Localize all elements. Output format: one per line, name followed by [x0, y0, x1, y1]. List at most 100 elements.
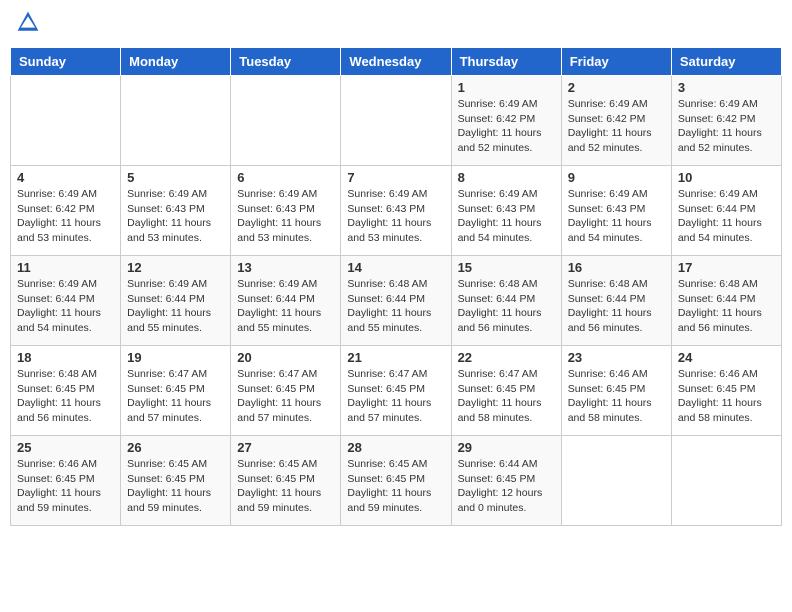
calendar-week-row: 4Sunrise: 6:49 AM Sunset: 6:42 PM Daylig…: [11, 166, 782, 256]
calendar-cell: 26 Sunrise: 6:45 AM Sunset: 6:45 PM Dayli…: [121, 436, 231, 526]
day-number: 2: [568, 80, 665, 95]
calendar-cell: 22Sunrise: 6:47 AM Sunset: 6:45 PM Dayli…: [451, 346, 561, 436]
weekday-header: Friday: [561, 48, 671, 76]
calendar-cell: 19 Sunrise: 6:47 AM Sunset: 6:45 PM Dayli…: [121, 346, 231, 436]
calendar-header: SundayMondayTuesdayWednesdayThursdayFrid…: [11, 48, 782, 76]
calendar-cell: [11, 76, 121, 166]
day-number: 28: [347, 440, 444, 455]
calendar-week-row: 11 Sunrise: 6:49 AM Sunset: 6:44 PM Dayli…: [11, 256, 782, 346]
day-info: Sunrise: 6:49 AM Sunset: 6:44 PM Dayligh…: [237, 277, 334, 336]
day-info: Sunrise: 6:49 AM Sunset: 6:44 PM Dayligh…: [127, 277, 224, 336]
day-info: Sunrise: 6:45 AM Sunset: 6:45 PM Dayligh…: [347, 457, 444, 516]
calendar-week-row: 18 Sunrise: 6:48 AM Sunset: 6:45 PM Dayli…: [11, 346, 782, 436]
day-info: Sunrise: 6:45 AM Sunset: 6:45 PM Dayligh…: [127, 457, 224, 516]
day-number: 19: [127, 350, 224, 365]
calendar-cell: 25 Sunrise: 6:46 AM Sunset: 6:45 PM Dayli…: [11, 436, 121, 526]
day-info: Sunrise: 6:46 AM Sunset: 6:45 PM Dayligh…: [568, 367, 665, 426]
calendar-cell: 5 Sunrise: 6:49 AM Sunset: 6:43 PM Daylig…: [121, 166, 231, 256]
calendar-cell: [341, 76, 451, 166]
calendar-cell: 10 Sunrise: 6:49 AM Sunset: 6:44 PM Dayli…: [671, 166, 781, 256]
weekday-header: Tuesday: [231, 48, 341, 76]
day-number: 12: [127, 260, 224, 275]
calendar-cell: 29 Sunrise: 6:44 AM Sunset: 6:45 PM Dayli…: [451, 436, 561, 526]
day-number: 13: [237, 260, 334, 275]
calendar-cell: 2 Sunrise: 6:49 AM Sunset: 6:42 PM Daylig…: [561, 76, 671, 166]
calendar-cell: 8 Sunrise: 6:49 AM Sunset: 6:43 PM Daylig…: [451, 166, 561, 256]
weekday-header: Sunday: [11, 48, 121, 76]
day-info: Sunrise: 6:48 AM Sunset: 6:44 PM Dayligh…: [458, 277, 555, 336]
day-info: Sunrise: 6:47 AM Sunset: 6:45 PM Dayligh…: [458, 367, 555, 426]
day-number: 23: [568, 350, 665, 365]
calendar-body: 1 Sunrise: 6:49 AM Sunset: 6:42 PM Daylig…: [11, 76, 782, 526]
calendar-cell: 9 Sunrise: 6:49 AM Sunset: 6:43 PM Daylig…: [561, 166, 671, 256]
day-info: Sunrise: 6:49 AM Sunset: 6:42 PM Dayligh…: [458, 97, 555, 156]
calendar-cell: 11Sunrise: 6:49 AM Sunset: 6:44 PM Dayli…: [11, 256, 121, 346]
calendar-cell: [561, 436, 671, 526]
calendar-week-row: 25 Sunrise: 6:46 AM Sunset: 6:45 PM Dayli…: [11, 436, 782, 526]
calendar-cell: 13 Sunrise: 6:49 AM Sunset: 6:44 PM Dayli…: [231, 256, 341, 346]
day-info: Sunrise: 6:44 AM Sunset: 6:45 PM Dayligh…: [458, 457, 555, 516]
day-number: 6: [237, 170, 334, 185]
day-info: Sunrise: 6:48 AM Sunset: 6:44 PM Dayligh…: [568, 277, 665, 336]
day-number: 10: [678, 170, 775, 185]
day-number: 16: [568, 260, 665, 275]
calendar-cell: 16 Sunrise: 6:48 AM Sunset: 6:44 PM Dayli…: [561, 256, 671, 346]
calendar-cell: 28 Sunrise: 6:45 AM Sunset: 6:45 PM Dayli…: [341, 436, 451, 526]
day-info: Sunrise: 6:49 AM Sunset: 6:43 PM Dayligh…: [347, 187, 444, 246]
day-info: Sunrise: 6:49 AM Sunset: 6:42 PM Dayligh…: [678, 97, 775, 156]
day-number: 5: [127, 170, 224, 185]
day-info: Sunrise: 6:47 AM Sunset: 6:45 PM Dayligh…: [237, 367, 334, 426]
day-number: 24: [678, 350, 775, 365]
day-number: 21: [347, 350, 444, 365]
day-number: 9: [568, 170, 665, 185]
day-info: Sunrise: 6:48 AM Sunset: 6:44 PM Dayligh…: [347, 277, 444, 336]
day-info: Sunrise: 6:45 AM Sunset: 6:45 PM Dayligh…: [237, 457, 334, 516]
calendar-cell: [121, 76, 231, 166]
day-info: Sunrise: 6:47 AM Sunset: 6:45 PM Dayligh…: [347, 367, 444, 426]
day-info: Sunrise: 6:49 AM Sunset: 6:43 PM Dayligh…: [237, 187, 334, 246]
day-info: Sunrise: 6:49 AM Sunset: 6:42 PM Dayligh…: [17, 187, 114, 246]
day-info: Sunrise: 6:46 AM Sunset: 6:45 PM Dayligh…: [17, 457, 114, 516]
calendar-cell: 3Sunrise: 6:49 AM Sunset: 6:42 PM Daylig…: [671, 76, 781, 166]
day-info: Sunrise: 6:48 AM Sunset: 6:45 PM Dayligh…: [17, 367, 114, 426]
weekday-header: Monday: [121, 48, 231, 76]
page-header: [10, 10, 782, 39]
day-info: Sunrise: 6:49 AM Sunset: 6:43 PM Dayligh…: [127, 187, 224, 246]
day-number: 14: [347, 260, 444, 275]
day-info: Sunrise: 6:49 AM Sunset: 6:44 PM Dayligh…: [678, 187, 775, 246]
day-number: 17: [678, 260, 775, 275]
logo: [14, 10, 42, 39]
logo-icon: [16, 10, 40, 34]
day-info: Sunrise: 6:49 AM Sunset: 6:43 PM Dayligh…: [458, 187, 555, 246]
calendar-cell: 20 Sunrise: 6:47 AM Sunset: 6:45 PM Dayli…: [231, 346, 341, 436]
day-number: 20: [237, 350, 334, 365]
day-number: 27: [237, 440, 334, 455]
calendar-cell: 6 Sunrise: 6:49 AM Sunset: 6:43 PM Daylig…: [231, 166, 341, 256]
day-info: Sunrise: 6:46 AM Sunset: 6:45 PM Dayligh…: [678, 367, 775, 426]
weekday-header: Saturday: [671, 48, 781, 76]
calendar-cell: 1 Sunrise: 6:49 AM Sunset: 6:42 PM Daylig…: [451, 76, 561, 166]
day-info: Sunrise: 6:49 AM Sunset: 6:42 PM Dayligh…: [568, 97, 665, 156]
day-info: Sunrise: 6:47 AM Sunset: 6:45 PM Dayligh…: [127, 367, 224, 426]
day-number: 15: [458, 260, 555, 275]
day-number: 26: [127, 440, 224, 455]
calendar-cell: 21 Sunrise: 6:47 AM Sunset: 6:45 PM Dayli…: [341, 346, 451, 436]
calendar-cell: [671, 436, 781, 526]
day-number: 11: [17, 260, 114, 275]
day-number: 29: [458, 440, 555, 455]
calendar-cell: 24 Sunrise: 6:46 AM Sunset: 6:45 PM Dayli…: [671, 346, 781, 436]
day-number: 1: [458, 80, 555, 95]
calendar-cell: 4Sunrise: 6:49 AM Sunset: 6:42 PM Daylig…: [11, 166, 121, 256]
day-number: 8: [458, 170, 555, 185]
day-info: Sunrise: 6:49 AM Sunset: 6:43 PM Dayligh…: [568, 187, 665, 246]
calendar-cell: 23 Sunrise: 6:46 AM Sunset: 6:45 PM Dayli…: [561, 346, 671, 436]
weekday-header: Thursday: [451, 48, 561, 76]
calendar-cell: 27 Sunrise: 6:45 AM Sunset: 6:45 PM Dayli…: [231, 436, 341, 526]
calendar-table: SundayMondayTuesdayWednesdayThursdayFrid…: [10, 47, 782, 526]
calendar-cell: 14 Sunrise: 6:48 AM Sunset: 6:44 PM Dayli…: [341, 256, 451, 346]
calendar-cell: 7Sunrise: 6:49 AM Sunset: 6:43 PM Daylig…: [341, 166, 451, 256]
calendar-week-row: 1 Sunrise: 6:49 AM Sunset: 6:42 PM Daylig…: [11, 76, 782, 166]
day-number: 18: [17, 350, 114, 365]
calendar-cell: [231, 76, 341, 166]
day-number: 25: [17, 440, 114, 455]
